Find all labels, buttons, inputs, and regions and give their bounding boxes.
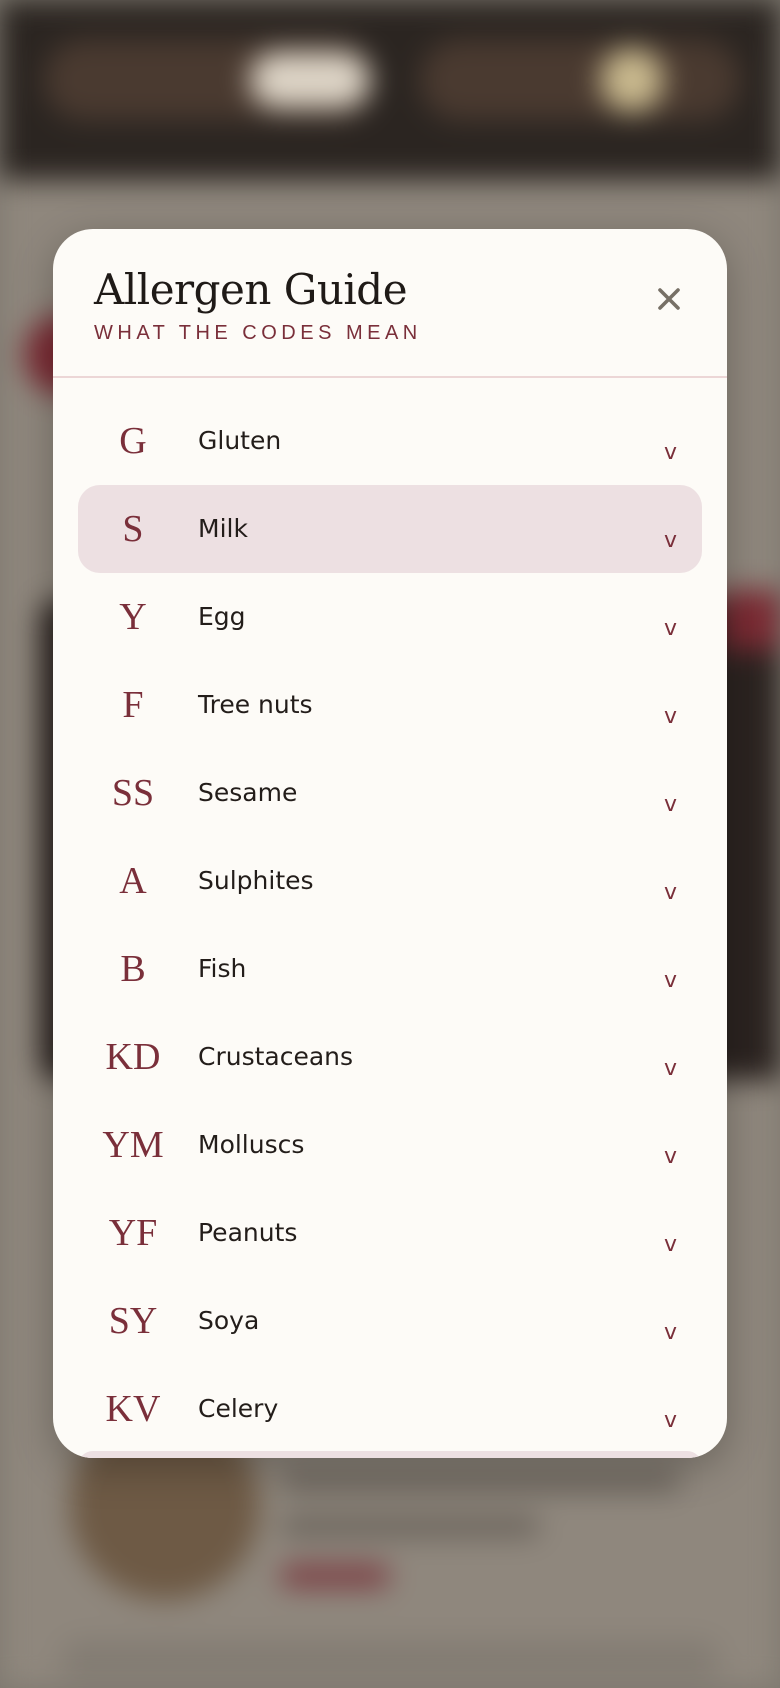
chevron-down-icon[interactable]: v xyxy=(664,969,677,993)
background-text-line xyxy=(280,1470,680,1492)
chevron-down-icon[interactable]: v xyxy=(664,705,677,729)
background-nav-group-right xyxy=(420,40,740,120)
allergen-name: Sesame xyxy=(198,778,298,807)
background-link xyxy=(280,1565,390,1587)
chevron-down-icon[interactable]: v xyxy=(664,529,677,553)
chevron-down-icon[interactable]: v xyxy=(664,617,677,641)
chevron-down-icon[interactable]: v xyxy=(664,1321,677,1345)
background-nav-chip xyxy=(250,52,370,108)
modal-title: Allergen Guide xyxy=(94,265,408,314)
allergen-guide-modal: Allergen Guide WHAT THE CODES MEAN G Glut… xyxy=(53,229,727,1458)
allergen-name: Crustaceans xyxy=(198,1042,354,1071)
close-icon xyxy=(658,288,680,310)
next-row-peek xyxy=(78,1451,702,1458)
allergen-name: Sulphites xyxy=(198,866,314,895)
allergen-name: Molluscs xyxy=(198,1130,305,1159)
allergen-name: Soya xyxy=(198,1306,260,1335)
allergen-row[interactable]: SY Soya v xyxy=(78,1277,702,1365)
allergen-code: A xyxy=(119,860,147,902)
close-button[interactable] xyxy=(639,269,699,329)
allergen-row[interactable]: A Sulphites v xyxy=(78,837,702,925)
background-bottom-bar xyxy=(60,1640,720,1680)
allergen-name: Egg xyxy=(198,602,246,631)
background-text-line xyxy=(280,1515,540,1537)
background-card-accent xyxy=(720,590,780,650)
allergen-name: Tree nuts xyxy=(198,690,313,719)
allergen-row[interactable]: F Tree nuts v xyxy=(78,661,702,749)
allergen-code: S xyxy=(122,508,144,550)
allergen-code: SY xyxy=(108,1300,158,1342)
chevron-down-icon[interactable]: v xyxy=(664,1233,677,1257)
allergen-name: Milk xyxy=(198,514,248,543)
allergen-list: G Gluten v S Milk v Y Egg v F Tree nuts v SS Sesame v A… xyxy=(78,397,702,1453)
allergen-row[interactable]: YF Peanuts v xyxy=(78,1189,702,1277)
modal-subtitle: WHAT THE CODES MEAN xyxy=(94,322,422,344)
allergen-code: G xyxy=(119,420,147,462)
chevron-down-icon[interactable]: v xyxy=(664,1409,677,1433)
modal-header: Allergen Guide WHAT THE CODES MEAN xyxy=(53,229,727,378)
allergen-code: YF xyxy=(108,1212,158,1254)
chevron-down-icon[interactable]: v xyxy=(664,1057,677,1081)
allergen-row[interactable]: S Milk v xyxy=(78,485,702,573)
allergen-name: Gluten xyxy=(198,426,282,455)
allergen-name: Fish xyxy=(198,954,247,983)
chevron-down-icon[interactable]: v xyxy=(664,793,677,817)
allergen-code: YM xyxy=(102,1124,164,1166)
allergen-name: Peanuts xyxy=(198,1218,298,1247)
chevron-down-icon[interactable]: v xyxy=(664,881,677,905)
allergen-row[interactable]: B Fish v xyxy=(78,925,702,1013)
allergen-row[interactable]: YM Molluscs v xyxy=(78,1101,702,1189)
allergen-row[interactable]: KD Crustaceans v xyxy=(78,1013,702,1101)
chevron-down-icon[interactable]: v xyxy=(664,441,677,465)
allergen-code: KV xyxy=(105,1388,161,1430)
allergen-code: F xyxy=(122,684,144,726)
allergen-name: Celery xyxy=(198,1394,279,1423)
allergen-row[interactable]: Y Egg v xyxy=(78,573,702,661)
chevron-down-icon[interactable]: v xyxy=(664,1145,677,1169)
allergen-code: KD xyxy=(105,1036,161,1078)
allergen-row[interactable]: G Gluten v xyxy=(78,397,702,485)
allergen-code: Y xyxy=(119,596,147,638)
background-avatar xyxy=(600,48,664,112)
allergen-code: B xyxy=(120,948,146,990)
allergen-code: SS xyxy=(111,772,155,814)
allergen-row[interactable]: KV Celery v xyxy=(78,1365,702,1453)
allergen-row[interactable]: SS Sesame v xyxy=(78,749,702,837)
